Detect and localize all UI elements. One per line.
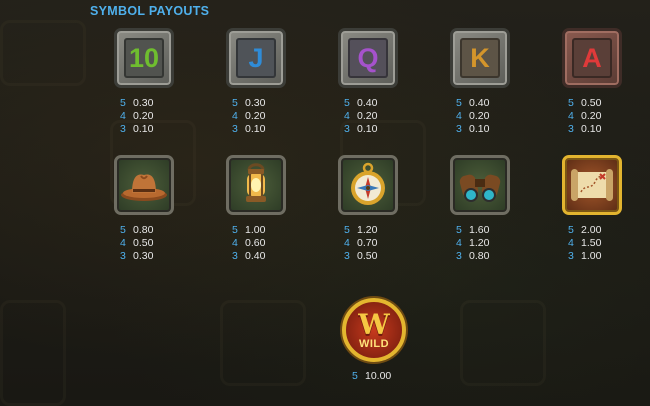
king-card-icon: K — [450, 28, 510, 88]
payout-row: 5 0.30 — [120, 97, 154, 109]
compass-icon — [338, 155, 398, 215]
payout-list: 5 0.40 4 0.20 3 0.10 — [338, 97, 408, 136]
lantern-icon — [226, 155, 286, 215]
payout-list: 5 10.00 — [340, 370, 410, 383]
jack-card-icon: J — [226, 28, 286, 88]
payout-row: 5 0.50 — [568, 97, 602, 109]
symbol-king: K 5 0.40 4 0.20 3 0.10 — [450, 28, 520, 136]
ace-card-icon: A — [562, 28, 622, 88]
symbol-label: Q — [348, 38, 388, 78]
symbol-label: A — [572, 38, 612, 78]
queen-card-icon: Q — [338, 28, 398, 88]
payout-row: 5 1.60 — [456, 224, 490, 236]
payout-list: 5 0.30 4 0.20 3 0.10 — [226, 97, 296, 136]
payout-list: 5 1.20 4 0.70 3 0.50 — [338, 224, 408, 263]
payout-list: 5 1.60 4 1.20 3 0.80 — [450, 224, 520, 263]
symbol-compass: 5 1.20 4 0.70 3 0.50 — [338, 155, 408, 263]
payout-row: 5 0.40 — [344, 97, 378, 109]
cowboy-hat-icon — [114, 155, 174, 215]
payout-list: 5 0.40 4 0.20 3 0.10 — [450, 97, 520, 136]
payout-row: 5 0.30 — [232, 97, 266, 109]
background — [0, 0, 650, 406]
payout-list: 5 1.00 4 0.60 3 0.40 — [226, 224, 296, 263]
payout-row: 3 0.30 — [120, 250, 154, 262]
symbol-cowboy-hat: 5 0.80 4 0.50 3 0.30 — [114, 155, 184, 263]
payout-row: 3 0.10 — [232, 123, 266, 135]
payout-row: 4 0.60 — [232, 237, 266, 249]
payout-row: 4 1.20 — [456, 237, 490, 249]
symbol-ace: A 5 0.50 4 0.20 3 0.10 — [562, 28, 632, 136]
symbol-label: J — [236, 38, 276, 78]
payout-list: 5 2.00 4 1.50 3 1.00 — [562, 224, 632, 263]
background-ghost-column — [0, 300, 66, 406]
payout-list: 5 0.30 4 0.20 3 0.10 — [114, 97, 184, 136]
payout-row: 4 0.70 — [344, 237, 378, 249]
payout-row: 3 0.10 — [456, 123, 490, 135]
symbol-payouts-title: SYMBOL PAYOUTS — [90, 4, 210, 18]
payout-row: 3 0.10 — [344, 123, 378, 135]
background-ghost-reel — [220, 300, 306, 386]
payout-row: 3 1.00 — [568, 250, 602, 262]
symbol-queen: Q 5 0.40 4 0.20 3 0.10 — [338, 28, 408, 136]
binoculars-icon — [450, 155, 510, 215]
payout-row: 4 1.50 — [568, 237, 602, 249]
symbol-treasure-map: 5 2.00 4 1.50 3 1.00 — [562, 155, 632, 263]
payout-row: 5 0.40 — [456, 97, 490, 109]
symbol-binoculars: 5 1.60 4 1.20 3 0.80 — [450, 155, 520, 263]
wild-symbol-icon: W WILD — [342, 298, 406, 362]
treasure-map-icon — [562, 155, 622, 215]
payout-list: 5 0.80 4 0.50 3 0.30 — [114, 224, 184, 263]
payout-row: 3 0.10 — [120, 123, 154, 135]
payout-row: 3 0.10 — [568, 123, 602, 135]
symbol-wild: W WILD 5 10.00 — [340, 298, 410, 383]
payout-row: 5 10.00 — [352, 370, 392, 382]
background-ghost-reel — [460, 300, 546, 386]
payout-row: 4 0.20 — [232, 110, 266, 122]
wild-label: WILD — [358, 337, 390, 350]
symbol-jack: J 5 0.30 4 0.20 3 0.10 — [226, 28, 296, 136]
wild-letter: W — [358, 307, 390, 341]
payout-row: 5 1.20 — [344, 224, 378, 236]
payout-row: 5 0.80 — [120, 224, 154, 236]
payout-row: 4 0.50 — [120, 237, 154, 249]
symbol-lantern: 5 1.00 4 0.60 3 0.40 — [226, 155, 296, 263]
payout-row: 3 0.40 — [232, 250, 266, 262]
payout-row: 4 0.20 — [568, 110, 602, 122]
ten-card-icon: 10 — [114, 28, 174, 88]
symbol-label: K — [460, 38, 500, 78]
payout-row: 3 0.80 — [456, 250, 490, 262]
payout-row: 5 2.00 — [568, 224, 602, 236]
payout-row: 4 0.20 — [120, 110, 154, 122]
symbol-label: 10 — [124, 38, 164, 78]
payout-row: 4 0.20 — [344, 110, 378, 122]
payout-row: 3 0.50 — [344, 250, 378, 262]
payout-row: 4 0.20 — [456, 110, 490, 122]
symbol-ten: 10 5 0.30 4 0.20 3 0.10 — [114, 28, 184, 136]
payout-list: 5 0.50 4 0.20 3 0.10 — [562, 97, 632, 136]
background-ghost-logo — [0, 20, 86, 86]
payout-row: 5 1.00 — [232, 224, 266, 236]
